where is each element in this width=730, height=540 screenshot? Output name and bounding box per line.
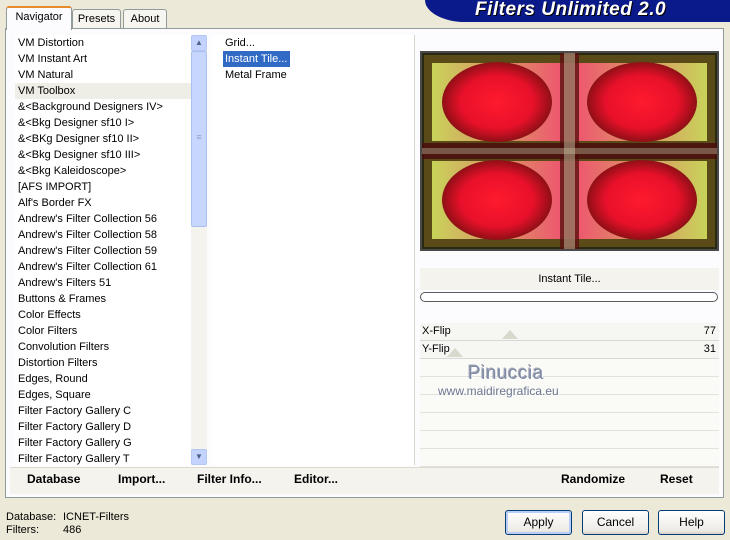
filter-item[interactable]: Grid... [223,35,414,51]
category-item[interactable]: &<Bkg Designer sf10 I> [15,115,191,131]
category-item[interactable]: Color Effects [15,307,191,323]
scroll-up-arrow-icon[interactable]: ▲ [191,35,207,51]
editor-button[interactable]: Editor... [294,472,338,486]
filters-count-value: 486 [63,524,82,536]
param-y-flip[interactable]: Y-Flip 31 [420,341,719,359]
category-item[interactable]: Andrew's Filter Collection 61 [15,259,191,275]
category-item[interactable]: Edges, Round [15,371,191,387]
param-empty-row [420,449,719,467]
category-item[interactable]: Convolution Filters [15,339,191,355]
category-list[interactable]: VM Distortion VM Instant Art VM Natural VM … [15,35,191,465]
database-value: ICNET-Filters [63,511,129,523]
progress-bar [420,292,718,302]
divider [414,35,415,465]
reset-button[interactable]: Reset [660,472,693,486]
filter-item[interactable]: Instant Tile... [223,51,291,67]
filter-list[interactable]: Grid... Instant Tile... Metal Frame [212,35,414,465]
category-item[interactable]: Filter Factory Gallery G [15,435,191,451]
category-item[interactable]: Andrew's Filter Collection 56 [15,211,191,227]
param-empty-row [420,359,719,377]
tab-about[interactable]: About [123,9,167,28]
preview-filter-name: Instant Tile... [420,268,719,290]
filters-count-label: Filters: [6,524,39,536]
param-empty-row [420,431,719,449]
param-y-flip-value: 31 [703,343,716,355]
category-item[interactable]: Andrew's Filters 51 [15,275,191,291]
app-title-banner: Filters Unlimited 2.0 [425,0,730,22]
param-x-flip-value: 77 [703,325,716,337]
cancel-button[interactable]: Cancel [582,510,649,535]
apply-button[interactable]: Apply [505,510,572,535]
watermark-url: www.maidiregrafica.eu [438,384,559,398]
category-item[interactable]: Distortion Filters [15,355,191,371]
category-item[interactable]: Filter Factory Gallery D [15,419,191,435]
filter-info-button[interactable]: Filter Info... [197,472,262,486]
category-item[interactable]: Filter Factory Gallery C [15,403,191,419]
tab-navigator[interactable]: Navigator [6,6,72,30]
database-label: Database: [6,511,57,523]
category-item[interactable]: &<BKg Designer sf10 II> [15,131,191,147]
category-item[interactable]: &<Background Designers IV> [15,99,191,115]
category-item[interactable]: &<Bkg Kaleidoscope> [15,163,191,179]
help-button[interactable]: Help [658,510,725,535]
tab-presets[interactable]: Presets [72,9,121,28]
category-item[interactable]: VM Distortion [15,35,191,51]
category-item[interactable]: Buttons & Frames [15,291,191,307]
slider-pointer-icon[interactable] [502,330,518,339]
category-item[interactable]: VM Toolbox [15,83,191,99]
category-item[interactable]: Alf's Border FX [15,195,191,211]
category-scrollbar[interactable]: ▲ ≡ ▼ [191,35,207,465]
import-button[interactable]: Import... [118,472,165,486]
param-x-flip-label: X-Flip [422,325,451,337]
category-item[interactable]: &<Bkg Designer sf10 III> [15,147,191,163]
param-empty-row [420,413,719,431]
slider-pointer-icon[interactable] [447,348,463,357]
scroll-thumb[interactable]: ≡ [191,51,207,227]
category-item[interactable]: Andrew's Filter Collection 59 [15,243,191,259]
database-button[interactable]: Database [27,472,80,486]
category-item[interactable]: [AFS IMPORT] [15,179,191,195]
category-item[interactable]: Edges, Square [15,387,191,403]
watermark-name: Pinuccia [468,363,544,384]
category-item[interactable]: Color Filters [15,323,191,339]
category-item[interactable]: Filter Factory Gallery T [15,451,191,465]
category-item[interactable]: VM Instant Art [15,51,191,67]
filter-item[interactable]: Metal Frame [223,67,414,83]
preview-image [420,51,719,251]
randomize-button[interactable]: Randomize [561,472,625,486]
category-item[interactable]: Andrew's Filter Collection 58 [15,227,191,243]
param-x-flip[interactable]: X-Flip 77 [420,323,719,341]
category-item[interactable]: VM Natural [15,67,191,83]
scroll-down-arrow-icon[interactable]: ▼ [191,449,207,465]
param-y-flip-label: Y-Flip [422,343,450,355]
